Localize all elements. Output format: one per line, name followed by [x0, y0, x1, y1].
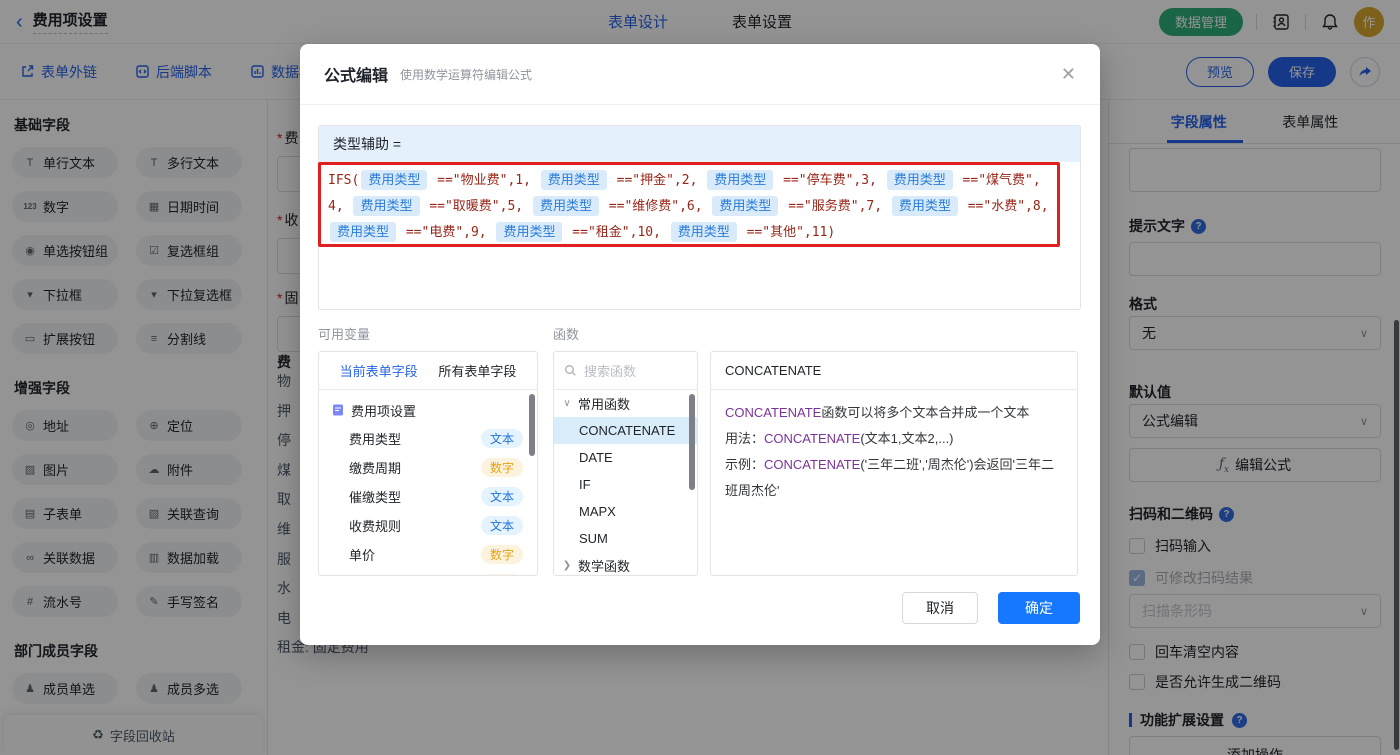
formula-token: =="物业费",1, [429, 173, 538, 188]
modal-footer: 取消 确定 [902, 592, 1080, 624]
function-description-panel: CONCATENATE CONCATENATE函数可以将多个文本合并成一个文本 … [710, 351, 1078, 576]
app-root: ‹ 费用项设置 表单设计 表单设置 数据管理 作 [0, 0, 1400, 755]
description-example: 示例：CONCATENATE('三年二班','周杰伦')会返回'三年二班周杰伦' [725, 452, 1063, 504]
function-search[interactable]: 搜索函数 [554, 352, 697, 390]
formula-token: =="取暖费",5, [422, 199, 531, 214]
functions-scrollbar[interactable] [689, 394, 695, 490]
formula-function-token: IFS( [328, 173, 359, 188]
formula-token: =="水费",8, [960, 199, 1049, 214]
variables-rows: 费用类型文本缴费周期数字催缴类型文本收费规则文本单价数字附加费用数字 [319, 424, 537, 576]
confirm-button[interactable]: 确定 [998, 592, 1080, 624]
variables-tabs: 当前表单字段 所有表单字段 [319, 352, 537, 390]
search-icon [564, 364, 577, 377]
variable-row[interactable]: 单价 数字 [319, 540, 537, 569]
modal-subtitle: 使用数学运算符编辑公式 [400, 66, 532, 83]
formula-target: 类型辅助 = [319, 126, 1080, 162]
formula-variable-chip[interactable]: 费用类型 [496, 222, 562, 242]
caret-down-icon: ∨ [562, 398, 572, 409]
variable-name: 附加费用 [349, 574, 401, 576]
variable-name: 缴费周期 [349, 458, 401, 477]
function-item-IF[interactable]: IF [554, 471, 697, 498]
formula-variable-chip[interactable]: 费用类型 [712, 196, 778, 216]
formula-token: =="维修费",6, [601, 199, 710, 214]
caret-right-icon: ❯ [562, 560, 572, 571]
function-item-DATE[interactable]: DATE [554, 444, 697, 471]
variables-list: 费用项设置 费用类型文本缴费周期数字催缴类型文本收费规则文本单价数字附加费用数字 [319, 390, 537, 576]
tab-all-form-fields[interactable]: 所有表单字段 [438, 361, 516, 380]
variable-name: 单价 [349, 545, 375, 564]
formula-close-token: ) [827, 225, 835, 240]
variable-name: 催缴类型 [349, 487, 401, 506]
function-search-placeholder: 搜索函数 [584, 361, 636, 380]
formula-variable-chip[interactable]: 费用类型 [887, 170, 953, 190]
variable-name: 费用类型 [349, 429, 401, 448]
formula-variable-chip[interactable]: 费用类型 [330, 222, 396, 242]
form-doc-icon [331, 403, 345, 417]
formula-token: =="服务费",7, [780, 199, 889, 214]
variable-row[interactable]: 催缴类型 文本 [319, 482, 537, 511]
variable-type-badge: 数字 [481, 545, 523, 564]
formula-token: =="电费",9, [398, 225, 494, 240]
formula-highlight-box[interactable]: IFS(费用类型 =="物业费",1, 费用类型 =="押金",2, 费用类型 … [318, 162, 1060, 247]
variable-row[interactable]: 收费规则 文本 [319, 511, 537, 540]
function-tree: ∨常用函数CONCATENATEDATEIFMAPXSUM❯数学函数❯文本函数 [554, 390, 697, 576]
formula-variable-chip[interactable]: 费用类型 [361, 170, 427, 190]
tab-current-form-fields[interactable]: 当前表单字段 [340, 361, 418, 380]
variable-name: 收费规则 [349, 516, 401, 535]
variables-root[interactable]: 费用项设置 [319, 396, 537, 424]
functions-panel: 搜索函数 ∨ 常用函数 CONCATENATEDATEIFMAPXSUM ❯ 数学函数❯… [553, 351, 698, 576]
formula-token: =="停车费",3, [775, 173, 884, 188]
formula-variable-chip[interactable]: 费用类型 [892, 196, 958, 216]
variable-type-badge: 文本 [481, 487, 523, 506]
function-group-label: 数学函数 [578, 556, 630, 575]
function-group-常用函数[interactable]: ∨ 常用函数 [554, 390, 697, 417]
variable-type-badge: 文本 [481, 429, 523, 448]
formula-variable-chip[interactable]: 费用类型 [707, 170, 773, 190]
formula-token: =="租金",10, [564, 225, 668, 240]
formula-editor: 类型辅助 = IFS(费用类型 =="物业费",1, 费用类型 =="押金",2… [318, 125, 1081, 310]
function-item-SUM[interactable]: SUM [554, 525, 697, 552]
cancel-button[interactable]: 取消 [902, 592, 978, 624]
variable-row[interactable]: 附加费用 数字 [319, 569, 537, 576]
functions-label: 函数 [553, 324, 579, 343]
panel-row: 当前表单字段 所有表单字段 费用项设置 费用类型文本缴费周期数字催缴类型文本收费… [318, 351, 1081, 576]
modal-body: 类型辅助 = IFS(费用类型 =="物业费",1, 费用类型 =="押金",2… [300, 105, 1100, 576]
formula-variable-chip[interactable]: 费用类型 [353, 196, 419, 216]
function-item-MAPX[interactable]: MAPX [554, 498, 697, 525]
formula-editor-modal: 公式编辑 使用数学运算符编辑公式 ✕ 类型辅助 = IFS(费用类型 =="物业… [300, 44, 1100, 645]
panel-labels: 可用变量 函数 [318, 324, 1081, 343]
formula-token: =="其他",11 [739, 225, 828, 240]
formula-variable-chip[interactable]: 费用类型 [533, 196, 599, 216]
variables-panel: 当前表单字段 所有表单字段 费用项设置 费用类型文本缴费周期数字催缴类型文本收费… [318, 351, 538, 576]
modal-header: 公式编辑 使用数学运算符编辑公式 ✕ [300, 44, 1100, 105]
variable-type-badge: 数字 [481, 574, 523, 576]
formula-content: IFS(费用类型 =="物业费",1, 费用类型 =="押金",2, 费用类型 … [328, 168, 1050, 246]
variables-scrollbar[interactable] [529, 394, 535, 456]
description-intro: CONCATENATE函数可以将多个文本合并成一个文本 [725, 400, 1063, 426]
variable-type-badge: 数字 [481, 458, 523, 477]
variable-row[interactable]: 费用类型 文本 [319, 424, 537, 453]
variable-type-badge: 文本 [481, 516, 523, 535]
function-group-label: 常用函数 [578, 394, 630, 413]
function-group-数学函数[interactable]: ❯ 数学函数 [554, 552, 697, 576]
function-description-title: CONCATENATE [711, 352, 1077, 390]
variable-row[interactable]: 缴费周期 数字 [319, 453, 537, 482]
formula-variable-chip[interactable]: 费用类型 [671, 222, 737, 242]
formula-variable-chip[interactable]: 费用类型 [541, 170, 607, 190]
formula-token: =="押金",2, [609, 173, 705, 188]
close-icon[interactable]: ✕ [1061, 65, 1076, 83]
description-usage: 用法：CONCATENATE(文本1,文本2,...) [725, 426, 1063, 452]
modal-title: 公式编辑 [324, 62, 388, 86]
variables-root-label: 费用项设置 [351, 401, 416, 420]
function-description-body: CONCATENATE函数可以将多个文本合并成一个文本 用法：CONCATENA… [711, 390, 1077, 514]
variables-label: 可用变量 [318, 324, 553, 343]
function-item-CONCATENATE[interactable]: CONCATENATE [554, 417, 697, 444]
